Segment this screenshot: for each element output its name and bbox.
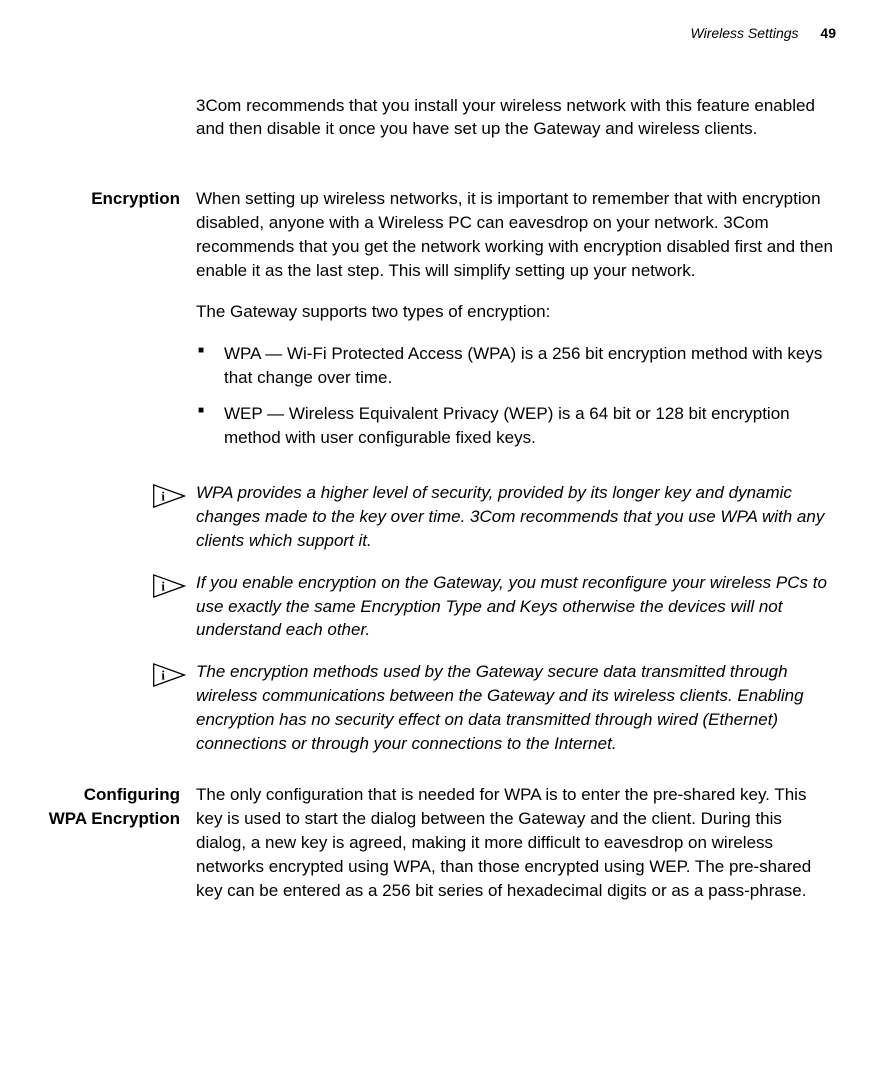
info-note: i If you enable encryption on the Gatewa…	[152, 571, 836, 642]
svg-text:i: i	[161, 668, 165, 682]
svg-text:i: i	[161, 579, 165, 593]
info-icon: i	[152, 660, 196, 688]
section-heading-encryption: Encryption	[91, 189, 180, 208]
note-text: The encryption methods used by the Gatew…	[196, 660, 836, 755]
list-item: WPA — Wi-Fi Protected Access (WPA) is a …	[196, 342, 836, 390]
header-page-number: 49	[820, 25, 836, 41]
info-icon: i	[152, 481, 196, 509]
header-section: Wireless Settings	[691, 25, 799, 41]
encryption-bullet-list: WPA — Wi-Fi Protected Access (WPA) is a …	[196, 342, 836, 449]
info-note: i WPA provides a higher level of securit…	[152, 481, 836, 552]
encryption-paragraph-2: The Gateway supports two types of encryp…	[196, 300, 836, 324]
note-text: WPA provides a higher level of security,…	[196, 481, 836, 552]
info-icon: i	[152, 571, 196, 599]
note-text: If you enable encryption on the Gateway,…	[196, 571, 836, 642]
wpa-paragraph-1: The only configuration that is needed fo…	[196, 783, 836, 902]
svg-text:i: i	[161, 490, 165, 504]
intro-paragraph: 3Com recommends that you install your wi…	[196, 94, 836, 142]
section-heading-wpa: Configuring WPA Encryption	[49, 785, 180, 828]
encryption-paragraph-1: When setting up wireless networks, it is…	[196, 187, 836, 282]
list-item: WEP — Wireless Equivalent Privacy (WEP) …	[196, 402, 836, 450]
page-header: Wireless Settings 49	[48, 24, 836, 44]
info-note: i The encryption methods used by the Gat…	[152, 660, 836, 755]
